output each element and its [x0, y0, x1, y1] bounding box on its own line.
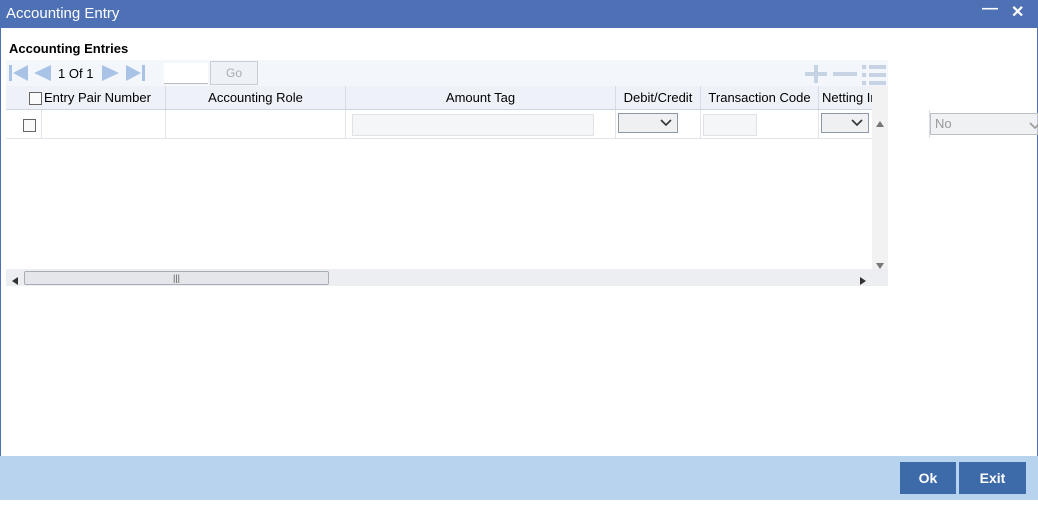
extra-column-select[interactable]: No: [930, 113, 1038, 135]
column-header-transaction-code: Transaction Code: [701, 86, 819, 109]
dialog-footer: [0, 456, 1038, 500]
grid-header: Entry Pair Number Accounting Role Amount…: [6, 86, 872, 110]
add-row-icon[interactable]: [804, 64, 828, 87]
delete-row-icon[interactable]: [832, 64, 858, 87]
select-all-checkbox[interactable]: [29, 92, 42, 105]
chevron-down-icon: [1029, 118, 1038, 138]
previous-page-icon[interactable]: [32, 64, 52, 85]
row-select-cell: [6, 110, 42, 138]
go-button[interactable]: Go: [210, 61, 258, 85]
debit-credit-cell: [616, 110, 701, 138]
exit-button[interactable]: Exit: [959, 462, 1026, 494]
debit-credit-select[interactable]: [618, 113, 678, 133]
scroll-right-icon[interactable]: [860, 273, 866, 286]
horizontal-scroll-thumb[interactable]: |||: [24, 271, 329, 285]
row-select-checkbox[interactable]: [23, 119, 36, 132]
column-header-amount-tag: Amount Tag: [346, 86, 616, 109]
total-pages: 1: [86, 66, 94, 81]
current-page: 1: [58, 66, 66, 81]
chevron-down-icon: [659, 117, 673, 132]
netting-ind-select[interactable]: [821, 113, 869, 133]
last-page-icon[interactable]: [125, 64, 147, 85]
table-row: [6, 110, 872, 139]
first-page-icon[interactable]: [8, 64, 30, 85]
column-header-entry-pair-number: Entry Pair Number: [6, 86, 166, 109]
grid-navigation-bar: 1 Of 1 Go: [6, 60, 888, 86]
column-header-netting-ind: Netting Ind: [822, 90, 872, 105]
horizontal-scrollbar[interactable]: |||: [6, 269, 888, 286]
minimize-icon[interactable]: —: [982, 0, 998, 18]
transaction-code-cell: [701, 110, 819, 138]
column-header-debit-credit: Debit/Credit: [616, 86, 701, 109]
amount-tag-input[interactable]: [352, 114, 594, 136]
page-number-input[interactable]: [164, 63, 208, 84]
grip-icon: |||: [173, 273, 181, 283]
section-title: Accounting Entries: [9, 41, 129, 56]
window-title-bar: Accounting Entry — ✕: [0, 0, 1038, 28]
column-header-accounting-role: Accounting Role: [166, 86, 346, 109]
vertical-scrollbar[interactable]: [872, 86, 888, 269]
entry-pair-number-cell[interactable]: [42, 110, 166, 138]
netting-ind-cell: [819, 110, 872, 138]
scroll-up-icon[interactable]: [876, 115, 884, 130]
chevron-down-icon: [850, 117, 864, 132]
transaction-code-input[interactable]: [703, 114, 757, 136]
scroll-left-icon[interactable]: [12, 273, 18, 286]
next-page-icon[interactable]: [101, 64, 121, 85]
ok-button[interactable]: Ok: [900, 462, 956, 494]
page-indicator: 1 Of 1: [58, 66, 93, 81]
of-label: Of: [68, 66, 83, 81]
accounting-role-cell[interactable]: [166, 110, 346, 138]
close-icon[interactable]: ✕: [1011, 2, 1024, 22]
window-title: Accounting Entry: [6, 5, 120, 22]
accounting-entries-grid: Entry Pair Number Accounting Role Amount…: [6, 86, 888, 286]
amount-tag-cell: [346, 110, 616, 138]
